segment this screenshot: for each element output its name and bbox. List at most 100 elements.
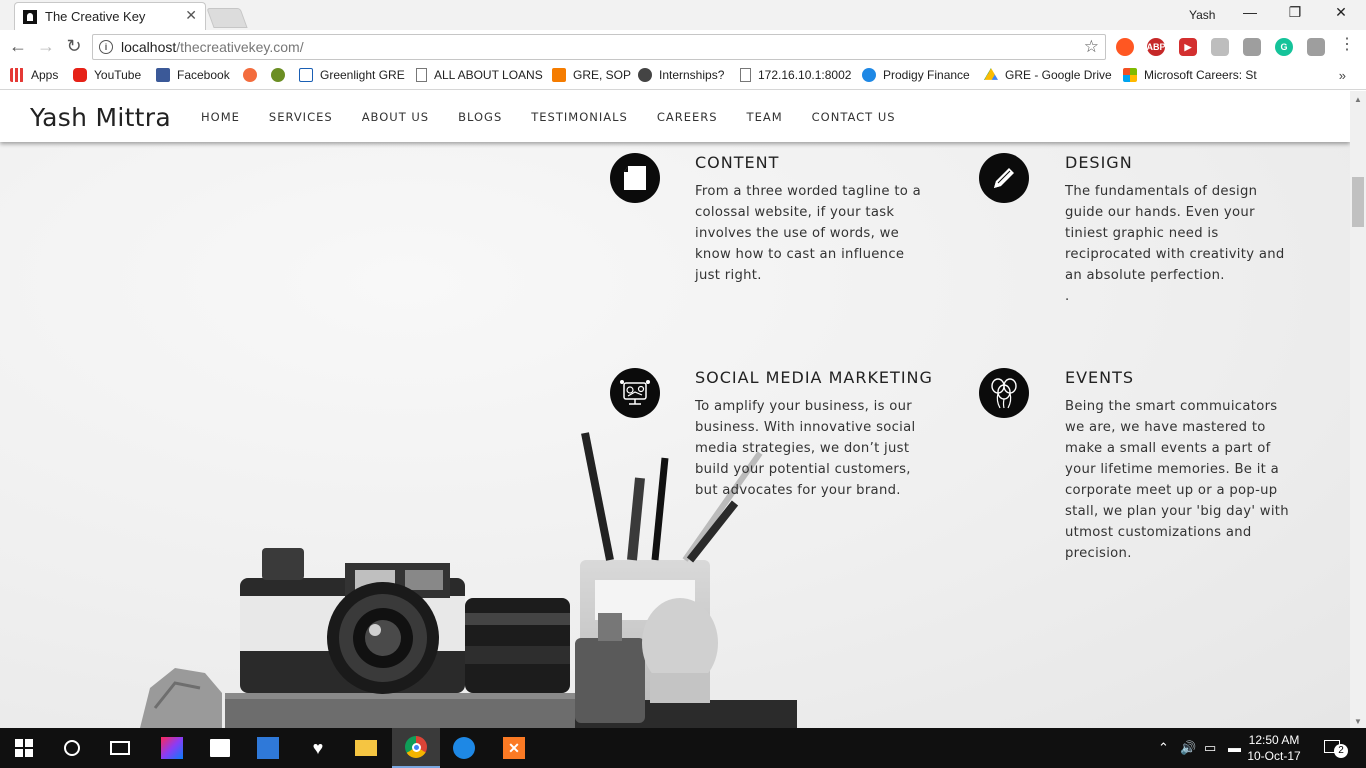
bookmark-item[interactable]: 172.16.10.1:8002 bbox=[740, 68, 851, 82]
restore-icon[interactable]: ❐ bbox=[1280, 4, 1310, 21]
service-title: EVENTS bbox=[1065, 368, 1135, 387]
nav-services[interactable]: SERVICES bbox=[269, 110, 333, 124]
grammarly-icon[interactable]: G bbox=[1275, 38, 1293, 56]
nav-testimonials[interactable]: TESTIMONIALS bbox=[531, 110, 628, 124]
taskbar-app-chrome[interactable] bbox=[392, 728, 440, 768]
bookmark-item[interactable]: Apps bbox=[10, 68, 58, 82]
browser-tab[interactable]: The Creative Key ✕ bbox=[14, 2, 206, 30]
site-favicon-icon bbox=[23, 9, 37, 24]
extension-puzzle-icon[interactable] bbox=[1243, 38, 1261, 56]
page-scrollbar[interactable]: ▲ ▼ bbox=[1350, 91, 1366, 728]
nav-home[interactable]: HOME bbox=[201, 110, 240, 124]
profile-user-name[interactable]: Yash bbox=[1189, 8, 1215, 22]
action-center-button[interactable]: 2 bbox=[1322, 738, 1348, 758]
gre-sop-icon bbox=[552, 68, 566, 82]
menu-kebab-icon[interactable]: ⋮ bbox=[1336, 34, 1358, 54]
clock-time: 12:50 AM bbox=[1248, 733, 1300, 747]
microsoft-icon bbox=[1123, 68, 1137, 82]
nav-careers[interactable]: CAREERS bbox=[657, 110, 718, 124]
service-description: The fundamentals of design guide our han… bbox=[1065, 184, 1285, 304]
site-menu: HOME SERVICES ABOUT US BLOGS TESTIMONIAL… bbox=[201, 110, 925, 124]
taskbar-app-intellij[interactable] bbox=[148, 728, 196, 768]
clock-date: 10-Oct-17 bbox=[1247, 749, 1301, 763]
bookmarks-bar: Apps YouTube Facebook Greenlight GRE ALL… bbox=[0, 64, 1366, 90]
start-button[interactable] bbox=[0, 728, 48, 768]
pencil-icon bbox=[979, 153, 1029, 203]
taskbar-app-editor[interactable] bbox=[244, 728, 292, 768]
social-media-icon bbox=[610, 368, 660, 418]
service-description: Being the smart commuicators we are, we … bbox=[1065, 399, 1289, 561]
url-host: localhost bbox=[121, 39, 177, 55]
youtube-icon bbox=[73, 68, 87, 82]
minimize-icon[interactable]: — bbox=[1235, 4, 1265, 20]
service-title: SOCIAL MEDIA MARKETING bbox=[695, 368, 933, 387]
extension-camera-icon[interactable] bbox=[1307, 38, 1325, 56]
bookmark-item[interactable]: GRE, SOP bbox=[552, 68, 631, 82]
extension-copy-icon[interactable] bbox=[1211, 38, 1229, 56]
bookmarks-overflow-icon[interactable]: » bbox=[1339, 68, 1346, 83]
taskbar-app-iheart[interactable]: ♥ bbox=[294, 728, 342, 768]
scroll-thumb[interactable] bbox=[1352, 177, 1364, 227]
tab-close-icon[interactable]: ✕ bbox=[185, 7, 197, 24]
reload-icon[interactable]: ↻ bbox=[63, 36, 85, 57]
task-view-icon bbox=[110, 741, 130, 755]
forward-arrow-icon[interactable]: → bbox=[35, 36, 57, 57]
bookmark-item[interactable]: Internships? bbox=[638, 68, 724, 82]
back-arrow-icon[interactable]: ← bbox=[7, 36, 29, 57]
window-close-icon[interactable]: ✕ bbox=[1326, 4, 1356, 21]
xampp-icon: ✕ bbox=[503, 737, 525, 759]
taskbar-app-store[interactable] bbox=[196, 728, 244, 768]
greenlight-icon bbox=[299, 68, 313, 82]
blue-browser-icon bbox=[453, 737, 475, 759]
address-bar[interactable]: i localhost/thecreativekey.com/ ☆ bbox=[92, 34, 1106, 60]
browser-toolbar: ← → ↻ i localhost/thecreativekey.com/ ☆ … bbox=[0, 30, 1366, 64]
nav-about-us[interactable]: ABOUT US bbox=[362, 110, 429, 124]
volume-icon[interactable]: 🔊 bbox=[1180, 740, 1196, 756]
bookmark-item[interactable]: Microsoft Careers: St bbox=[1123, 68, 1328, 82]
intellij-icon bbox=[161, 737, 183, 759]
nav-team[interactable]: TEAM bbox=[747, 110, 783, 124]
apps-grid-icon bbox=[10, 68, 24, 82]
bookmark-item[interactable] bbox=[243, 68, 264, 82]
bookmark-item[interactable]: Facebook bbox=[156, 68, 230, 82]
bookmark-star-icon[interactable]: ☆ bbox=[1084, 37, 1099, 57]
bookmark-item[interactable] bbox=[271, 68, 292, 82]
page-icon bbox=[740, 68, 751, 82]
battery-icon[interactable]: ▬ bbox=[1228, 740, 1241, 755]
bookmark-item[interactable]: GRE - Google Drive bbox=[984, 68, 1112, 82]
site-navbar: Yash Mittra HOME SERVICES ABOUT US BLOGS… bbox=[0, 91, 1350, 142]
taskbar-app-file-explorer[interactable] bbox=[342, 728, 390, 768]
bookmark-item[interactable]: ALL ABOUT LOANS bbox=[416, 68, 543, 82]
new-tab-button[interactable] bbox=[206, 8, 248, 28]
notification-count: 2 bbox=[1334, 744, 1348, 758]
scroll-up-icon[interactable]: ▲ bbox=[1354, 95, 1362, 104]
facebook-icon bbox=[156, 68, 170, 82]
extension-video-icon[interactable]: ▶ bbox=[1179, 38, 1197, 56]
folder-icon bbox=[355, 740, 377, 756]
browser-tab-bar: The Creative Key ✕ Yash — ❐ ✕ bbox=[0, 0, 1366, 30]
internships-icon bbox=[638, 68, 652, 82]
iheartradio-icon: ♥ bbox=[312, 737, 324, 758]
document-icon bbox=[610, 153, 660, 203]
nav-blogs[interactable]: BLOGS bbox=[458, 110, 502, 124]
site-info-icon[interactable]: i bbox=[99, 40, 113, 54]
system-clock[interactable]: 12:50 AM 10-Oct-17 bbox=[1244, 732, 1304, 764]
cortana-search-button[interactable] bbox=[48, 728, 96, 768]
windows-logo-icon bbox=[15, 739, 33, 757]
scroll-down-icon[interactable]: ▼ bbox=[1354, 717, 1362, 726]
nav-contact-us[interactable]: CONTACT US bbox=[812, 110, 896, 124]
bookmark-item[interactable]: Greenlight GRE bbox=[299, 68, 405, 82]
tab-title: The Creative Key bbox=[45, 9, 146, 24]
adblock-plus-icon[interactable]: ABP bbox=[1147, 38, 1166, 56]
taskbar-app-xampp[interactable]: ✕ bbox=[490, 728, 538, 768]
bookmark-item[interactable]: Prodigy Finance bbox=[862, 68, 970, 82]
network-icon[interactable]: ▭ bbox=[1204, 740, 1216, 756]
task-view-button[interactable] bbox=[96, 728, 144, 768]
prodigy-icon bbox=[862, 68, 876, 82]
tray-expand-icon[interactable]: ⌃ bbox=[1158, 740, 1169, 756]
taskbar-app-browser[interactable] bbox=[440, 728, 488, 768]
extension-fire-icon[interactable] bbox=[1116, 38, 1134, 56]
chrome-icon bbox=[405, 736, 427, 758]
site-brand[interactable]: Yash Mittra bbox=[30, 103, 171, 132]
bookmark-item[interactable]: YouTube bbox=[73, 68, 141, 82]
